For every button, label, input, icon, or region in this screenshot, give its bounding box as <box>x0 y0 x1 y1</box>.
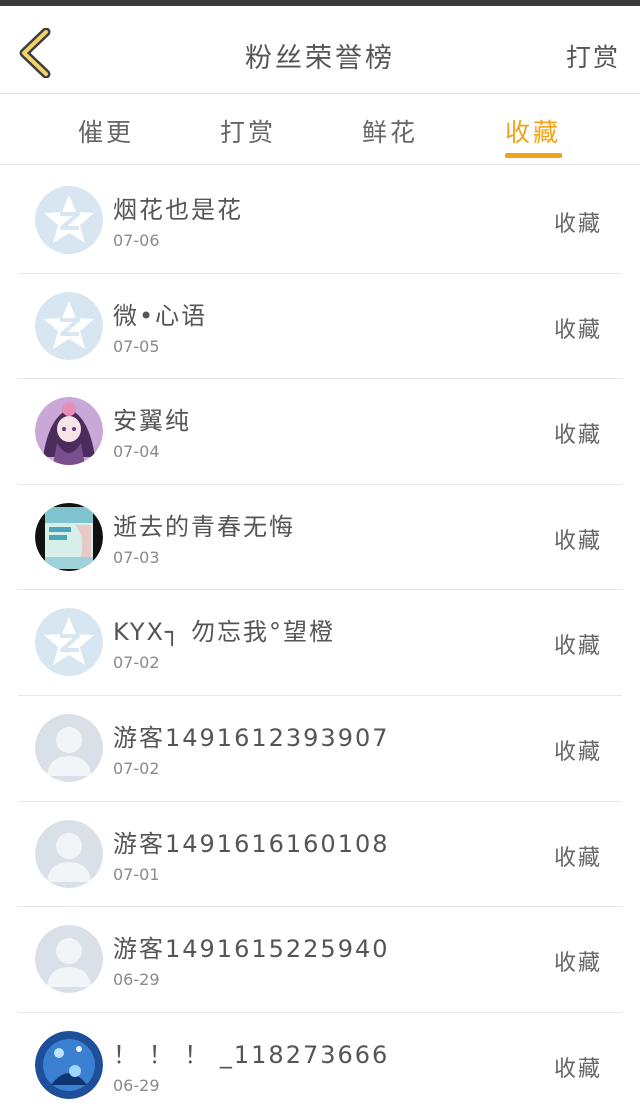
user-name: 游客1491612393907 <box>113 723 390 752</box>
action-label: 收藏 <box>553 739 602 765</box>
list-item[interactable]: 游客1491615225940 06-29 收藏 <box>18 907 622 1013</box>
date-label: 07-03 <box>113 547 160 567</box>
fan-list: 烟花也是花 07-06 收藏 微•心语 07-05 收藏 安翼纯 07-04 收… <box>18 168 622 1112</box>
date-label: 07-02 <box>113 758 160 778</box>
qq-default-icon <box>35 291 103 360</box>
user-name: 烟花也是花 <box>113 196 243 224</box>
active-tab-indicator <box>505 153 562 158</box>
date-label: 07-06 <box>113 231 160 250</box>
tab-flowers[interactable]: 鲜花 <box>330 113 450 149</box>
list-item[interactable]: 烟花也是花 07-06 收藏 <box>18 168 622 274</box>
list-item[interactable]: KYX┐ 勿忘我°望橙 07-02 收藏 <box>18 590 622 696</box>
user-name: 安翼纯 <box>113 407 191 436</box>
action-label: 收藏 <box>553 845 602 871</box>
user-name: 游客1491616160108 <box>113 829 390 858</box>
user-name: 微•心语 <box>113 301 208 330</box>
action-label: 收藏 <box>553 528 602 554</box>
list-item[interactable]: 游客1491612393907 07-02 收藏 <box>18 696 622 802</box>
qq-default-icon <box>35 608 103 677</box>
tab-reward[interactable]: 打赏 <box>188 113 308 149</box>
page-title: 粉丝荣誉榜 <box>245 43 395 74</box>
reward-button[interactable]: 打赏 <box>566 38 620 74</box>
person-placeholder-icon <box>35 713 103 782</box>
action-label: 收藏 <box>553 212 602 237</box>
blue-scene-avatar <box>35 1030 103 1099</box>
action-label: 收藏 <box>553 317 602 343</box>
date-label: 07-01 <box>113 864 160 884</box>
person-placeholder-icon <box>35 819 103 888</box>
tab-favorites[interactable]: 收藏 <box>473 113 593 149</box>
list-item[interactable]: 安翼纯 07-04 收藏 <box>18 379 622 485</box>
action-label: 收藏 <box>553 634 602 660</box>
date-label: 06-29 <box>113 1075 160 1095</box>
tab-urge[interactable]: 催更 <box>46 113 166 149</box>
date-label: 07-02 <box>113 653 160 673</box>
date-label: 06-29 <box>113 970 160 990</box>
date-label: 07-04 <box>113 442 160 462</box>
book-cover-avatar <box>35 502 103 571</box>
list-item[interactable]: 微•心语 07-05 收藏 <box>18 274 622 380</box>
user-name: 逝去的青春无悔 <box>113 512 295 541</box>
user-name: KYX┐ 勿忘我°望橙 <box>113 618 336 647</box>
list-item[interactable]: 游客1491616160108 07-01 收藏 <box>18 802 622 908</box>
header: 粉丝荣誉榜 打赏 <box>0 6 640 94</box>
user-name: ！ ！ ！ _118273666 <box>113 1040 390 1069</box>
person-placeholder-icon <box>35 925 103 994</box>
list-item[interactable]: 逝去的青春无悔 07-03 收藏 <box>18 485 622 591</box>
action-label: 收藏 <box>553 951 602 977</box>
action-label: 收藏 <box>553 423 602 449</box>
action-label: 收藏 <box>553 1056 602 1082</box>
list-item[interactable]: ！ ！ ！ _118273666 06-29 收藏 <box>18 1013 622 1112</box>
date-label: 07-05 <box>113 336 160 356</box>
user-name: 游客1491615225940 <box>113 935 390 964</box>
qq-default-icon <box>35 186 103 254</box>
anime-girl-avatar <box>35 397 103 466</box>
